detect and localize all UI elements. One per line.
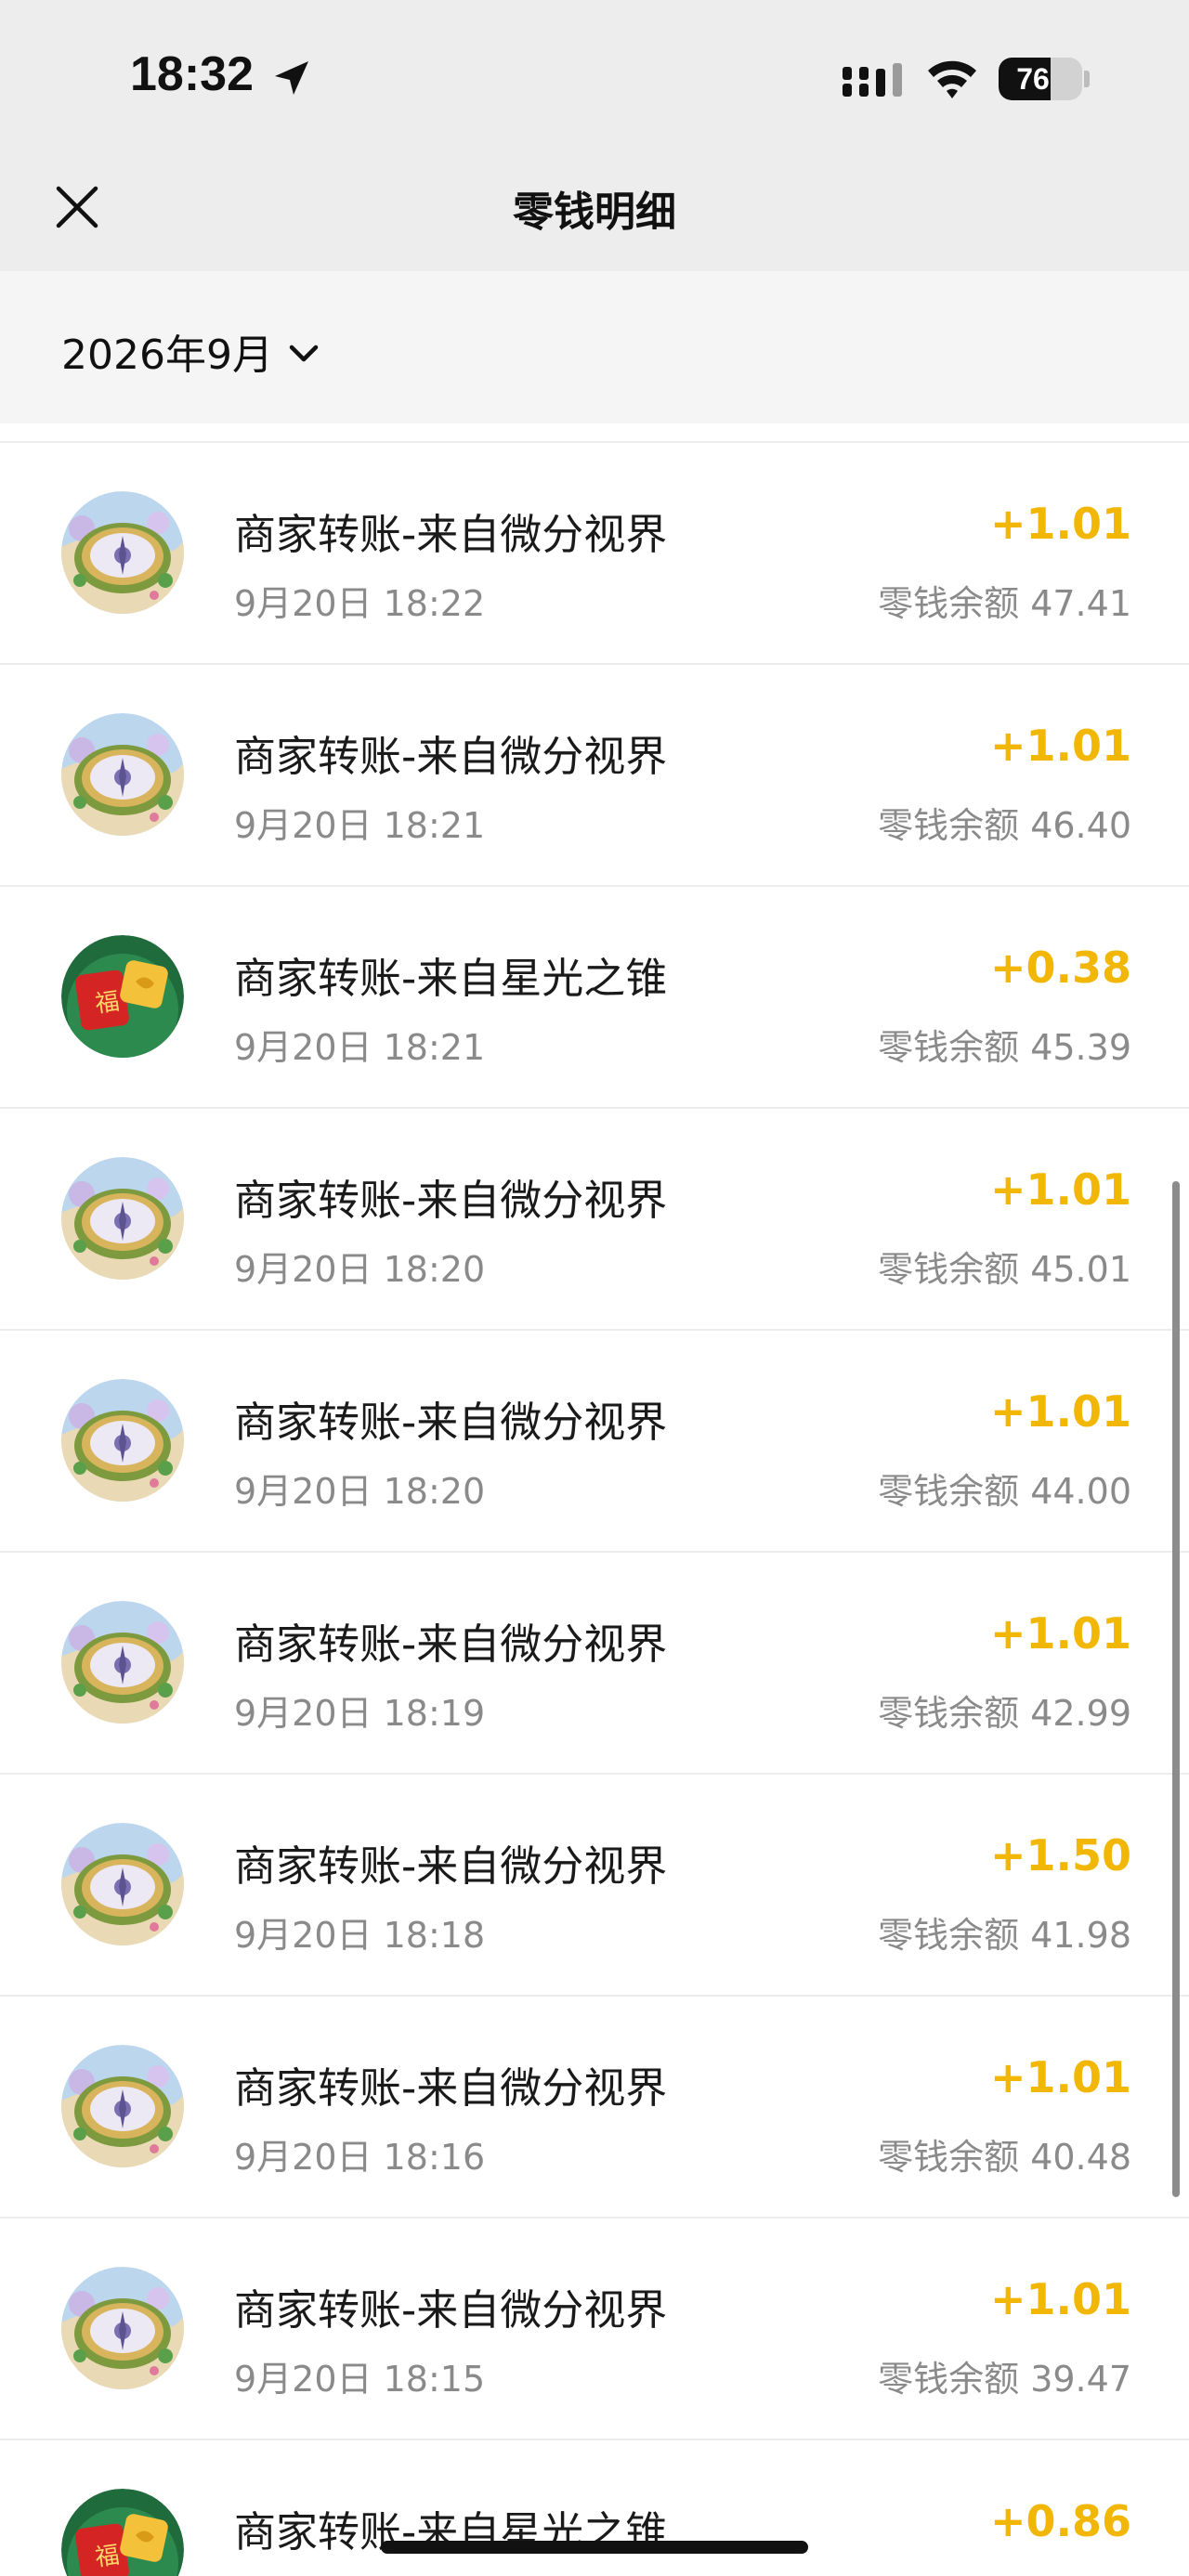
battery-indicator: 76 bbox=[999, 58, 1082, 100]
transaction-amount: +1.01 bbox=[989, 1608, 1131, 1659]
transaction-row[interactable]: 商家转账-来自微分视界 9月20日 18:20 +1.01 零钱余额 45.01 bbox=[0, 1109, 1189, 1331]
transaction-title: 商家转账-来自星光之锥 bbox=[234, 954, 668, 1003]
transaction-title: 商家转账-来自微分视界 bbox=[234, 1176, 668, 1225]
merchant-avatar bbox=[61, 1379, 184, 1502]
transaction-time: 9月20日 18:15 bbox=[234, 2359, 486, 2400]
merchant-avatar: 福 bbox=[61, 935, 184, 1058]
wifi-icon bbox=[928, 60, 976, 98]
transaction-time: 9月20日 18:18 bbox=[234, 1915, 486, 1956]
transaction-balance: 零钱余额 46.40 bbox=[878, 805, 1131, 846]
status-time: 18:32 bbox=[130, 47, 254, 101]
svg-text:福: 福 bbox=[94, 988, 122, 1019]
compass-illustration-icon bbox=[61, 1601, 184, 1724]
transaction-amount: +1.01 bbox=[989, 2274, 1131, 2324]
merchant-avatar bbox=[61, 1823, 184, 1945]
compass-illustration-icon bbox=[61, 1379, 184, 1502]
transaction-amount: +0.38 bbox=[989, 943, 1131, 993]
svg-text:福: 福 bbox=[94, 2542, 122, 2572]
transaction-title: 商家转账-来自微分视界 bbox=[234, 2285, 668, 2335]
merchant-avatar bbox=[61, 713, 184, 836]
cellular-signal-icon bbox=[843, 63, 902, 97]
transaction-time: 9月20日 18:20 bbox=[234, 1249, 486, 1290]
transaction-time: 9月20日 18:16 bbox=[234, 2137, 486, 2178]
merchant-avatar bbox=[61, 2267, 184, 2389]
page-title: 零钱明细 bbox=[513, 189, 676, 236]
battery-tip bbox=[1084, 71, 1090, 87]
transaction-time: 9月20日 18:22 bbox=[234, 583, 486, 624]
transaction-row[interactable]: 商家转账-来自微分视界 9月20日 18:24 零钱余额 48.42 bbox=[0, 423, 1189, 443]
home-indicator[interactable] bbox=[381, 2541, 808, 2554]
transaction-balance: 零钱余额 44.00 bbox=[878, 1471, 1131, 1512]
compass-illustration-icon bbox=[61, 713, 184, 836]
transaction-amount: +0.86 bbox=[989, 2496, 1131, 2546]
transaction-row[interactable]: 商家转账-来自微分视界 9月20日 18:16 +1.01 零钱余额 40.48 bbox=[0, 1997, 1189, 2218]
transaction-row[interactable]: 商家转账-来自微分视界 9月20日 18:15 +1.01 零钱余额 39.47 bbox=[0, 2218, 1189, 2440]
transaction-balance: 零钱余额 47.41 bbox=[878, 583, 1131, 624]
transaction-title: 商家转账-来自微分视界 bbox=[234, 2063, 668, 2113]
transaction-amount: +1.01 bbox=[989, 1164, 1131, 1215]
lucky-envelope-icon: 福 bbox=[61, 2489, 184, 2576]
transaction-title: 商家转账-来自微分视界 bbox=[234, 1620, 668, 1669]
transaction-balance: 零钱余额 45.39 bbox=[878, 1027, 1131, 1068]
transaction-time: 9月20日 18:20 bbox=[234, 1471, 486, 1512]
chevron-down-icon bbox=[289, 345, 319, 362]
transaction-amount: +1.01 bbox=[989, 721, 1131, 771]
merchant-avatar bbox=[61, 2045, 184, 2167]
transaction-title: 商家转账-来自微分视界 bbox=[234, 732, 668, 781]
transaction-amount: +1.50 bbox=[989, 1830, 1131, 1880]
transaction-row[interactable]: 商家转账-来自微分视界 9月20日 18:18 +1.50 零钱余额 41.98 bbox=[0, 1775, 1189, 1997]
compass-illustration-icon bbox=[61, 2267, 184, 2389]
lucky-envelope-icon: 福 bbox=[61, 935, 184, 1058]
merchant-avatar bbox=[61, 1157, 184, 1280]
transaction-time: 9月20日 18:21 bbox=[234, 805, 486, 846]
transaction-time: 9月20日 18:19 bbox=[234, 1693, 486, 1734]
compass-illustration-icon bbox=[61, 1823, 184, 1945]
transaction-list[interactable]: 商家转账-来自微分视界 9月20日 18:24 零钱余额 48.42 商家转账-… bbox=[0, 423, 1189, 2576]
transaction-time: 9月20日 18:21 bbox=[234, 1027, 486, 1068]
compass-illustration-icon bbox=[61, 1157, 184, 1280]
transaction-balance: 零钱余额 41.98 bbox=[878, 1915, 1131, 1956]
merchant-avatar bbox=[61, 491, 184, 614]
compass-illustration-icon bbox=[61, 2045, 184, 2167]
transaction-amount: +1.01 bbox=[989, 2052, 1131, 2102]
month-selector[interactable]: 2026年9月 bbox=[61, 325, 320, 379]
transaction-row[interactable]: 福 商家转账-来自星光之锥 9月20日 18:21 +0.38 零钱余额 45.… bbox=[0, 887, 1189, 1109]
location-arrow-icon bbox=[275, 61, 308, 95]
transaction-amount: +1.01 bbox=[989, 499, 1131, 549]
transaction-balance: 零钱余额 39.47 bbox=[878, 2359, 1131, 2400]
merchant-avatar bbox=[61, 1601, 184, 1724]
transaction-row[interactable]: 商家转账-来自微分视界 9月20日 18:20 +1.01 零钱余额 44.00 bbox=[0, 1331, 1189, 1553]
transaction-row[interactable]: 商家转账-来自微分视界 9月20日 18:21 +1.01 零钱余额 46.40 bbox=[0, 665, 1189, 887]
compass-illustration-icon bbox=[61, 491, 184, 614]
transaction-title: 商家转账-来自微分视界 bbox=[234, 510, 668, 559]
transaction-title: 商家转账-来自微分视界 bbox=[234, 1398, 668, 1447]
transaction-amount: +1.01 bbox=[989, 1386, 1131, 1437]
merchant-avatar: 福 bbox=[61, 2489, 184, 2576]
battery-level: 76 bbox=[1016, 62, 1050, 96]
scrollbar[interactable] bbox=[1172, 1181, 1180, 2197]
transaction-row[interactable]: 商家转账-来自微分视界 9月20日 18:19 +1.01 零钱余额 42.99 bbox=[0, 1553, 1189, 1775]
transaction-row[interactable]: 商家转账-来自微分视界 9月20日 18:22 +1.01 零钱余额 47.41 bbox=[0, 443, 1189, 665]
transaction-row[interactable]: 福 商家转账-来自星光之锥 +0.86 bbox=[0, 2440, 1189, 2576]
transaction-balance: 零钱余额 40.48 bbox=[878, 2137, 1131, 2178]
month-label: 2026年9月 bbox=[61, 332, 273, 379]
transaction-title: 商家转账-来自微分视界 bbox=[234, 1841, 668, 1891]
transaction-balance: 零钱余额 45.01 bbox=[878, 1249, 1131, 1290]
transaction-balance: 零钱余额 42.99 bbox=[878, 1693, 1131, 1734]
